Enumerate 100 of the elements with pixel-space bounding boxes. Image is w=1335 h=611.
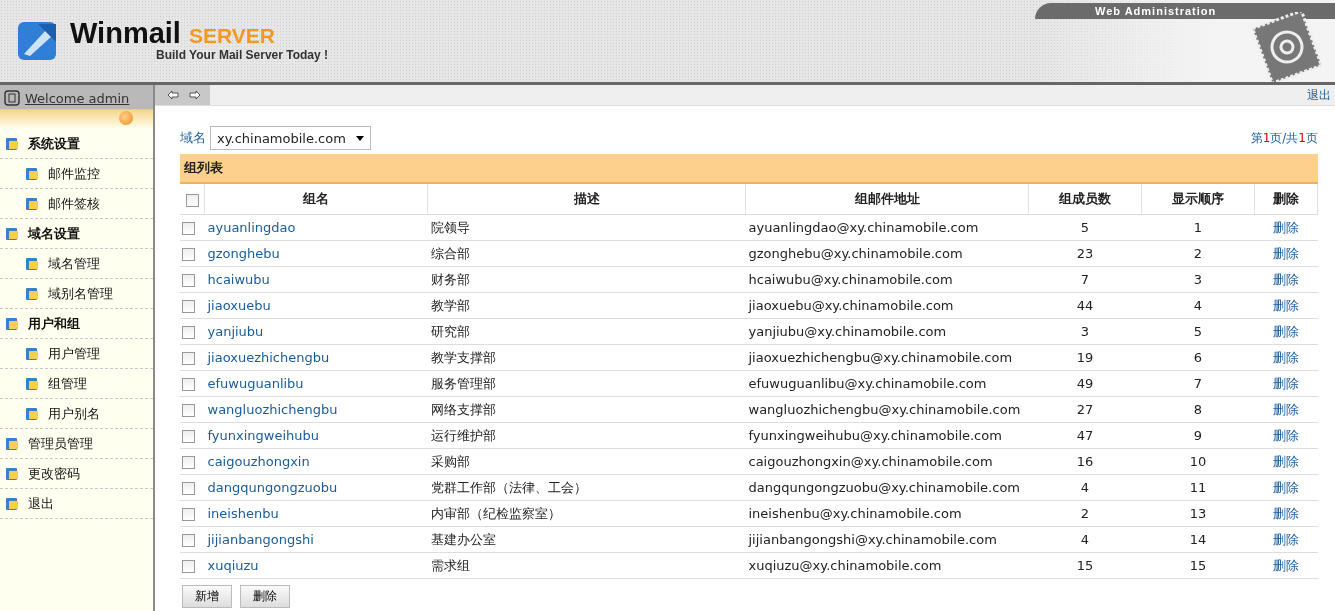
table-cell: 院领导 [427, 214, 746, 241]
nav-item[interactable]: 用户管理 [0, 339, 153, 369]
delete-link[interactable]: 删除 [1273, 271, 1299, 287]
group-name-link[interactable]: jiaoxuezhichengbu [207, 350, 330, 365]
table-cell: 教学部 [427, 292, 746, 319]
column-header: 组成员数 [1028, 184, 1142, 215]
table-cell: jijianbangongshi@xy.chinamobile.com [745, 526, 1029, 553]
nav-item[interactable]: 邮件签核 [0, 189, 153, 219]
welcome-link[interactable]: Welcome admin [25, 90, 130, 106]
delete-link[interactable]: 删除 [1273, 427, 1299, 443]
table-cell: 3 [1028, 318, 1142, 345]
row-checkbox[interactable] [182, 456, 195, 469]
group-name-link[interactable]: yanjiubu [207, 324, 264, 339]
row-checkbox[interactable] [182, 482, 195, 495]
table-cell: 7 [1028, 266, 1142, 293]
table-cell: 23 [1028, 240, 1142, 267]
tagline: Build Your Mail Server Today ! [156, 48, 329, 62]
row-checkbox[interactable] [182, 300, 195, 313]
row-checkbox[interactable] [182, 430, 195, 443]
delete-link[interactable]: 删除 [1273, 557, 1299, 573]
table-cell: 2 [1028, 500, 1142, 527]
logout-link[interactable]: 退出 [1307, 86, 1335, 104]
delete-link[interactable]: 删除 [1273, 479, 1299, 495]
nav-item[interactable]: 用户和组 [0, 309, 153, 339]
back-arrow-icon[interactable] [167, 90, 179, 100]
group-name-link[interactable]: wangluozhichengbu [207, 402, 338, 417]
table-cell: 党群工作部（法律、工会） [427, 474, 746, 501]
select-all-checkbox[interactable] [185, 193, 199, 207]
delete-link[interactable]: 删除 [1273, 297, 1299, 313]
nav-item[interactable]: 更改密码 [0, 459, 153, 489]
nav-item[interactable]: 系统设置 [0, 129, 153, 159]
menu-icon [24, 165, 40, 182]
table-cell: jiaoxuebu@xy.chinamobile.com [745, 292, 1029, 319]
table-cell: hcaiwubu@xy.chinamobile.com [745, 266, 1029, 293]
table-cell: 11 [1141, 474, 1255, 501]
row-checkbox[interactable] [182, 534, 195, 547]
delete-link[interactable]: 删除 [1273, 219, 1299, 235]
group-name-link[interactable]: efuwuguanlibu [207, 376, 304, 391]
group-name-link[interactable]: jiaoxuebu [207, 298, 271, 313]
domain-label: 域名 [180, 129, 206, 147]
table-cell: 财务部 [427, 266, 746, 293]
table-cell: 需求组 [427, 552, 746, 579]
delete-link[interactable]: 删除 [1273, 453, 1299, 469]
table-cell: 27 [1028, 396, 1142, 423]
row-checkbox[interactable] [182, 352, 195, 365]
delete-link[interactable]: 删除 [1273, 531, 1299, 547]
menu-icon [24, 255, 40, 272]
table-cell: 44 [1028, 292, 1142, 319]
domain-select[interactable]: xy.chinamobile.com [210, 126, 371, 150]
table-title: 组列表 [180, 154, 1318, 184]
group-name-link[interactable]: gzonghebu [207, 246, 280, 261]
table-cell: fyunxingweihubu@xy.chinamobile.com [745, 422, 1029, 449]
table-cell: 研究部 [427, 318, 746, 345]
column-header: 删除 [1254, 184, 1318, 215]
group-name-link[interactable]: fyunxingweihubu [207, 428, 320, 443]
delete-link[interactable]: 删除 [1273, 245, 1299, 261]
group-name-link[interactable]: ayuanlingdao [207, 220, 296, 235]
row-checkbox[interactable] [182, 560, 195, 573]
nav-item[interactable]: 邮件监控 [0, 159, 153, 189]
group-name-link[interactable]: caigouzhongxin [207, 454, 310, 469]
nav-item[interactable]: 用户别名 [0, 399, 153, 429]
table-cell: 47 [1028, 422, 1142, 449]
user-badge-icon [4, 90, 20, 106]
nav-item[interactable]: 管理员管理 [0, 429, 153, 459]
row-checkbox[interactable] [182, 222, 195, 235]
group-name-link[interactable]: xuqiuzu [207, 558, 259, 573]
menu-icon [4, 135, 20, 152]
menu-icon [24, 375, 40, 392]
table-cell: 6 [1141, 344, 1255, 371]
table-cell: 教学支撑部 [427, 344, 746, 371]
table-cell: 基建办公室 [427, 526, 746, 553]
delete-link[interactable]: 删除 [1273, 505, 1299, 521]
delete-link[interactable]: 删除 [1273, 323, 1299, 339]
table-cell: 运行维护部 [427, 422, 746, 449]
row-checkbox[interactable] [182, 404, 195, 417]
row-checkbox[interactable] [182, 378, 195, 391]
nav-item[interactable]: 域名设置 [0, 219, 153, 249]
table-cell: 8 [1141, 396, 1255, 423]
action-button[interactable]: 删除 [240, 585, 290, 608]
row-checkbox[interactable] [182, 274, 195, 287]
group-name-link[interactable]: jijianbangongshi [207, 532, 314, 547]
nav-item[interactable]: 退出 [0, 489, 153, 519]
caret-icon [355, 135, 364, 141]
row-checkbox[interactable] [182, 508, 195, 521]
table-cell: 7 [1141, 370, 1255, 397]
group-name-link[interactable]: ineishenbu [207, 506, 279, 521]
forward-arrow-icon[interactable] [189, 90, 201, 100]
nav-item[interactable]: 域别名管理 [0, 279, 153, 309]
menu-icon [4, 465, 20, 482]
nav-item[interactable]: 域名管理 [0, 249, 153, 279]
group-name-link[interactable]: dangqungongzuobu [207, 480, 338, 495]
menu-icon [4, 435, 20, 452]
delete-link[interactable]: 删除 [1273, 349, 1299, 365]
row-checkbox[interactable] [182, 248, 195, 261]
nav-item[interactable]: 组管理 [0, 369, 153, 399]
row-checkbox[interactable] [182, 326, 195, 339]
action-button[interactable]: 新增 [182, 585, 232, 608]
group-name-link[interactable]: hcaiwubu [207, 272, 270, 287]
delete-link[interactable]: 删除 [1273, 375, 1299, 391]
delete-link[interactable]: 删除 [1273, 401, 1299, 417]
